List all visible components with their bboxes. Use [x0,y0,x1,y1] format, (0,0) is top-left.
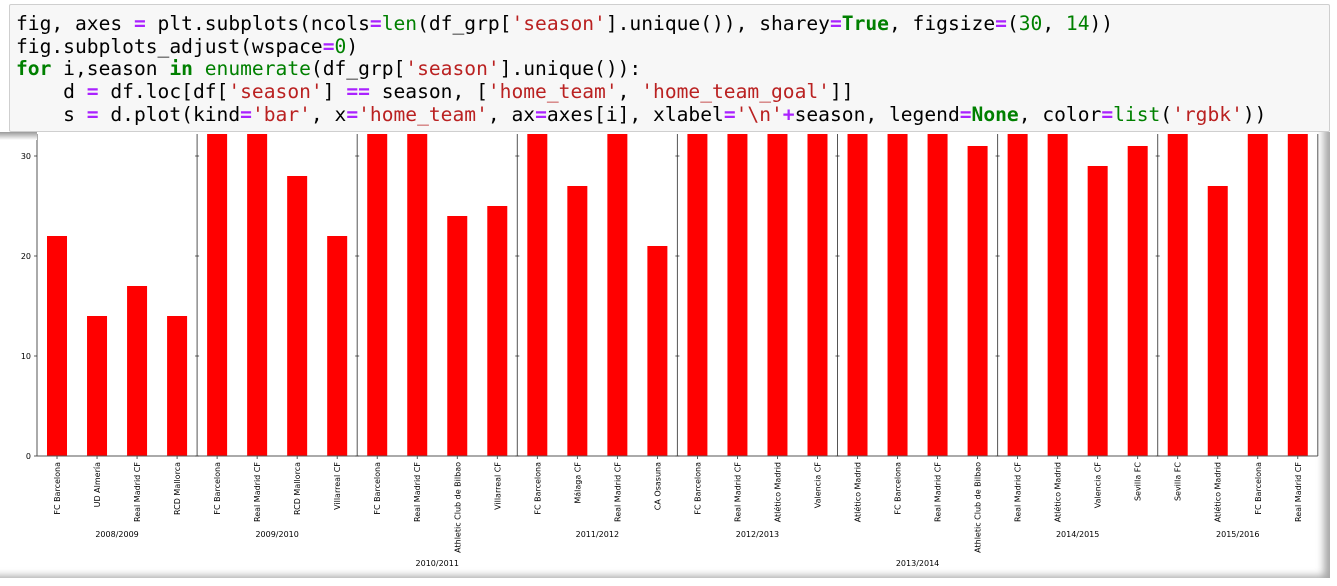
bar-chart-figure: FC Barcelona UD Almería Real Madrid CF RCD … [21,134,1319,568]
bar [527,134,548,456]
x-tick-label: Real Madrid CF [1294,462,1303,522]
x-tick-label: RCD Mallorca [173,462,182,515]
bar [167,316,188,456]
bar [1127,146,1148,456]
bar [1247,134,1268,456]
x-axis-label: 2011/2012 [576,530,619,539]
bar [1087,166,1108,456]
bar [967,146,988,456]
x-tick-label: Athletic Club de Bilbao [453,462,462,553]
x-tick-label: Villarreal CF [493,462,502,510]
x-tick-label: Real Madrid CF [613,462,622,522]
x-tick-label: Málaga CF [573,462,582,504]
output-shadow [0,132,37,140]
x-tick-label: Sevilla FC [1174,462,1183,501]
bar [807,134,828,456]
x-axis-label: 2015/2016 [1216,530,1259,539]
x-tick-label: FC Barcelona [213,462,222,515]
x-axis-label: 2013/2014 [896,559,939,568]
subplot-2009-2010: FC Barcelona Real Madrid CF RCD Mallorca Vi… [195,134,358,539]
x-tick-label: Real Madrid CF [413,462,422,522]
x-tick-label: Real Madrid CF [133,462,142,522]
bar [287,176,308,456]
bar [447,216,468,456]
bar [1207,186,1228,456]
bar [87,316,108,456]
x-tick-label: Valencia CF [813,462,822,509]
bar [1167,134,1188,456]
bar [727,134,748,456]
subplot-2014-2015: Real Madrid CF Atlético Madrid Valencia CF… [995,134,1158,539]
subplot-2008-2009: FC Barcelona UD Almería Real Madrid CF RCD … [34,134,198,539]
bar [567,186,588,456]
x-axis-label: 2010/2011 [416,559,459,568]
x-tick-label: Atlético Madrid [1053,462,1063,522]
bar [887,134,908,456]
x-axis-label: 2012/2013 [736,530,779,539]
y-tick-label: 20 [21,252,31,261]
subplot-2013-2014: Atlético Madrid FC Barcelona Real Madrid C… [835,134,998,568]
bar [207,134,228,456]
x-tick-label: Valencia CF [1094,462,1103,509]
subplot-2011-2012: FC Barcelona Málaga CF Real Madrid CF CA Os… [515,134,678,539]
bar [767,134,788,456]
output-area: FC Barcelona UD Almería Real Madrid CF RCD … [0,132,1330,578]
x-tick-label: Real Madrid CF [253,462,262,522]
bar [127,286,148,456]
x-tick-label: Atlético Madrid [772,462,782,522]
x-tick-label: FC Barcelona [693,462,702,515]
bar [927,134,948,456]
x-tick-label: FC Barcelona [894,462,903,515]
y-tick-label: 10 [21,352,31,361]
x-tick-label: Real Madrid CF [1014,462,1023,522]
x-tick-label: FC Barcelona [53,462,62,515]
bar [367,134,388,456]
x-tick-label: RCD Mallorca [293,462,302,515]
bar [847,134,868,456]
x-tick-label: Sevilla FC [1134,462,1143,501]
x-tick-label: Real Madrid CF [934,462,943,522]
subplot-2015-2016: Sevilla FC Atlético Madrid FC Barcelona Rea… [1155,134,1319,539]
bar [327,236,348,456]
x-tick-label: FC Barcelona [373,462,382,515]
x-tick-label: CA Osasuna [653,462,662,510]
x-axis-label: 2014/2015 [1056,530,1099,539]
bar [407,134,428,456]
x-tick-label: Atlético Madrid [853,462,863,522]
x-tick-label: Atlético Madrid [1213,462,1223,522]
x-axis-label: 2009/2010 [255,530,298,539]
bar [487,206,508,456]
x-tick-label: FC Barcelona [1254,462,1263,515]
subplot-2010-2011: FC Barcelona Real Madrid CF Athletic Club … [355,134,518,568]
bar [47,236,68,456]
bar [1287,134,1308,456]
x-tick-label: UD Almería [93,462,102,507]
x-axis-label: 2008/2009 [95,530,138,539]
bar [687,134,708,456]
y-tick-label: 0 [26,452,31,461]
x-tick-label: FC Barcelona [533,462,542,515]
x-tick-label: Real Madrid CF [733,462,742,522]
bar [1007,134,1028,456]
x-tick-label: Athletic Club de Bilbao [974,462,983,553]
bar [1047,134,1068,456]
x-tick-label: Villarreal CF [333,462,342,510]
bar [647,246,668,456]
bar [607,134,628,456]
y-tick-label: 30 [21,152,31,161]
bar [247,134,268,456]
subplot-2012-2013: FC Barcelona Real Madrid CF Atlético Madri… [675,134,838,539]
